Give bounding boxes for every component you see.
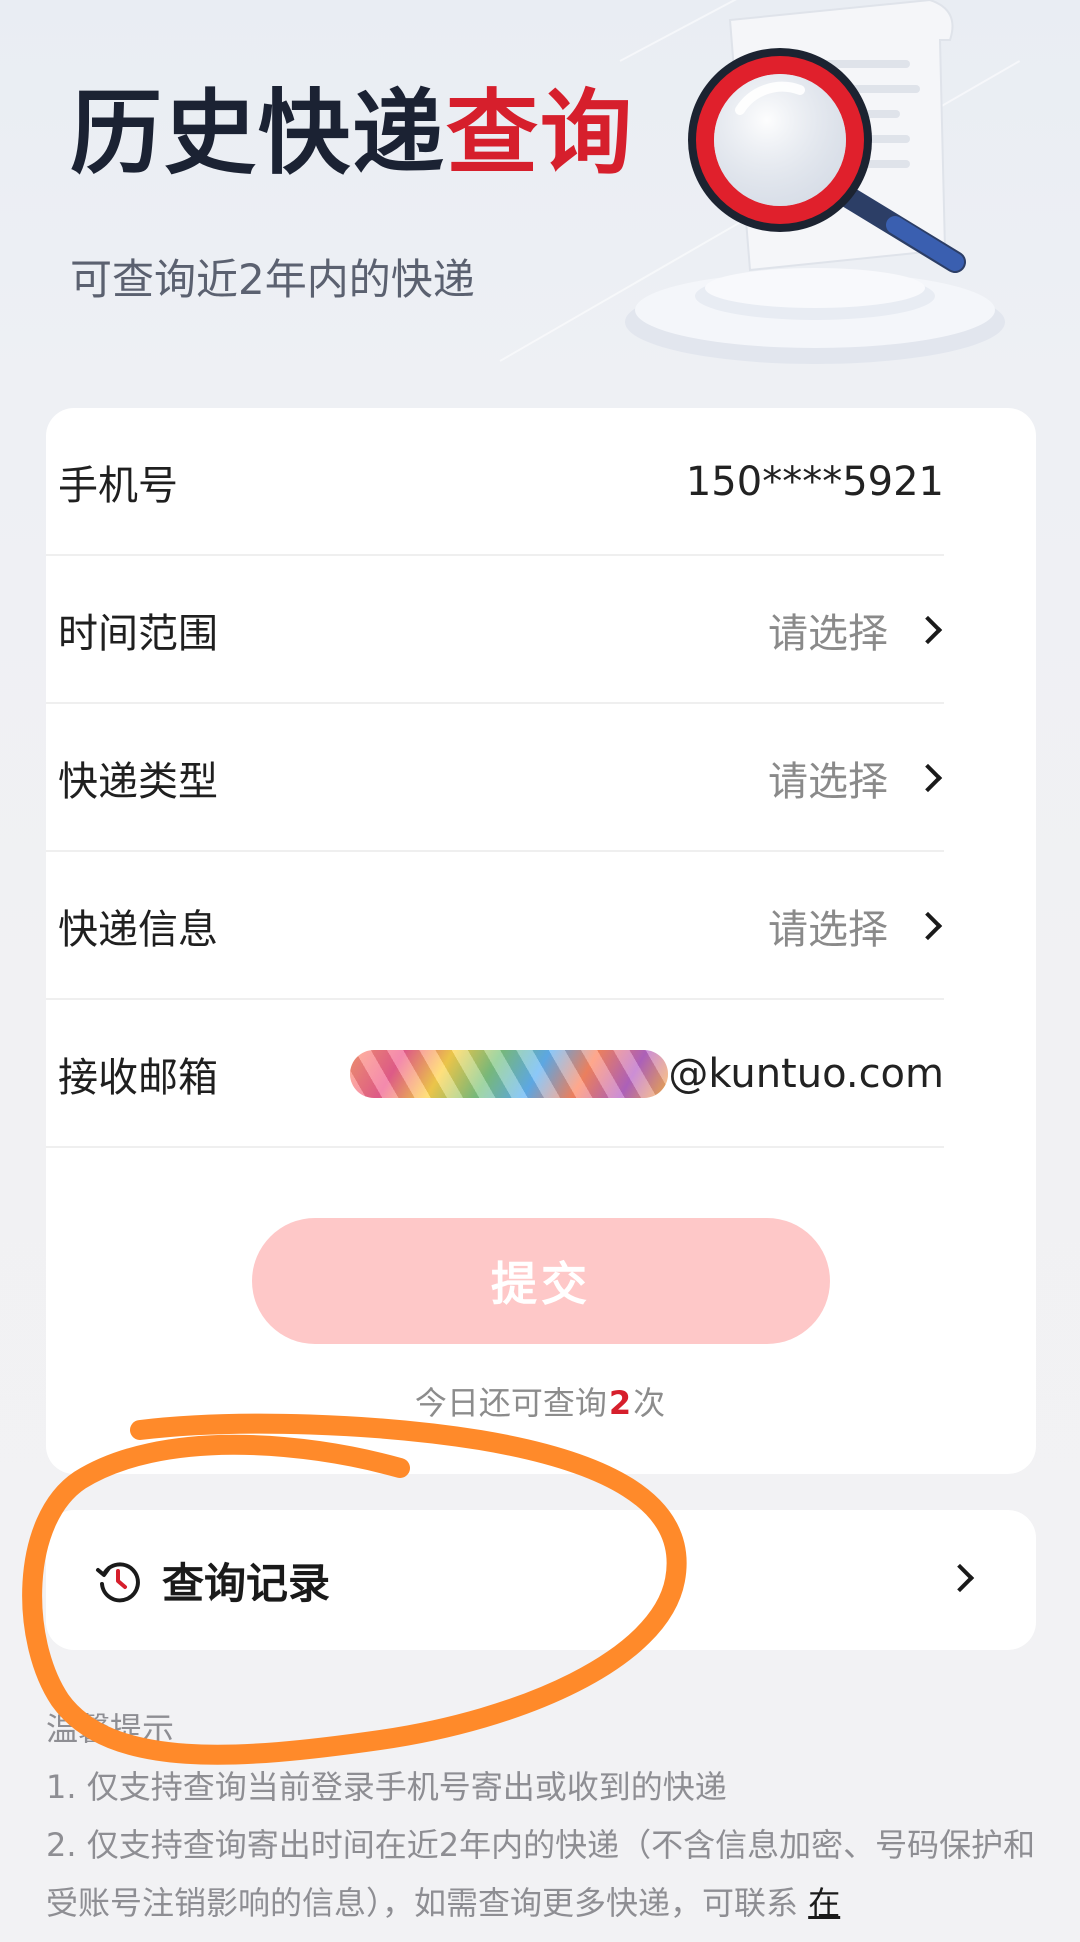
time-range-select[interactable]: 请选择 [768, 601, 944, 659]
tip-item-2-text: 2. 仅支持查询寄出时间在近2年内的快递（不含信息加密、号码保护和受账号注销影响… [46, 1826, 1036, 1922]
express-info-select[interactable]: 请选择 [768, 897, 944, 955]
email-domain: @kuntuo.com [668, 1051, 944, 1097]
magnifier-document-illustration [625, 0, 1005, 364]
time-range-label: 时间范围 [58, 611, 218, 657]
tip-item-1: 1. 仅支持查询当前登录手机号寄出或收到的快递 [46, 1768, 727, 1806]
page-title-part1: 历史快递 [70, 80, 447, 187]
chevron-right-icon [945, 1563, 975, 1593]
email-row: 接收邮箱 @kuntuo.com [46, 1000, 944, 1148]
remaining-queries-text: 今日还可查询2次 [0, 1378, 1080, 1424]
express-info-row[interactable]: 快递信息 请选择 [46, 852, 944, 1000]
page-title: 历史快递查询 [70, 88, 634, 180]
express-type-label: 快递类型 [58, 759, 218, 805]
tips-title: 温馨提示 [46, 1710, 175, 1748]
express-type-placeholder: 请选择 [768, 759, 888, 805]
chevron-right-icon [913, 911, 943, 941]
tips-section: 温馨提示 1. 仅支持查询当前登录手机号寄出或收到的快递 2. 仅支持查询寄出时… [46, 1700, 1036, 1932]
tip-contact-link[interactable]: 在 [808, 1884, 840, 1922]
remaining-suffix: 次 [633, 1384, 666, 1422]
time-range-row[interactable]: 时间范围 请选择 [46, 556, 944, 704]
express-info-placeholder: 请选择 [768, 907, 888, 953]
remaining-prefix: 今日还可查询 [414, 1384, 607, 1422]
chevron-right-icon [913, 763, 943, 793]
phone-value: 150****5921 [685, 459, 944, 505]
remaining-count: 2 [608, 1384, 632, 1422]
history-clock-icon [96, 1562, 140, 1603]
email-field[interactable]: @kuntuo.com [350, 1050, 944, 1098]
submit-button[interactable]: 提交 [252, 1218, 830, 1344]
time-range-placeholder: 请选择 [768, 611, 888, 657]
query-history-entry[interactable]: 查询记录 [46, 1510, 1036, 1650]
phone-row: 手机号 150****5921 [46, 408, 944, 556]
page-subtitle: 可查询近2年内的快递 [70, 255, 475, 304]
email-label: 接收邮箱 [58, 1055, 218, 1101]
tip-item-2: 2. 仅支持查询寄出时间在近2年内的快递（不含信息加密、号码保护和受账号注销影响… [46, 1816, 1036, 1932]
express-type-row[interactable]: 快递类型 请选择 [46, 704, 944, 852]
chevron-right-icon [913, 615, 943, 645]
express-type-select[interactable]: 请选择 [768, 749, 944, 807]
email-redaction-mask [350, 1050, 669, 1098]
history-label: 查询记录 [162, 1558, 331, 1608]
phone-label: 手机号 [58, 463, 178, 509]
hero-banner: 历史快递查询 可查询近2年内的快递 [0, 0, 1080, 410]
express-info-label: 快递信息 [58, 907, 218, 953]
divider [46, 1146, 944, 1148]
